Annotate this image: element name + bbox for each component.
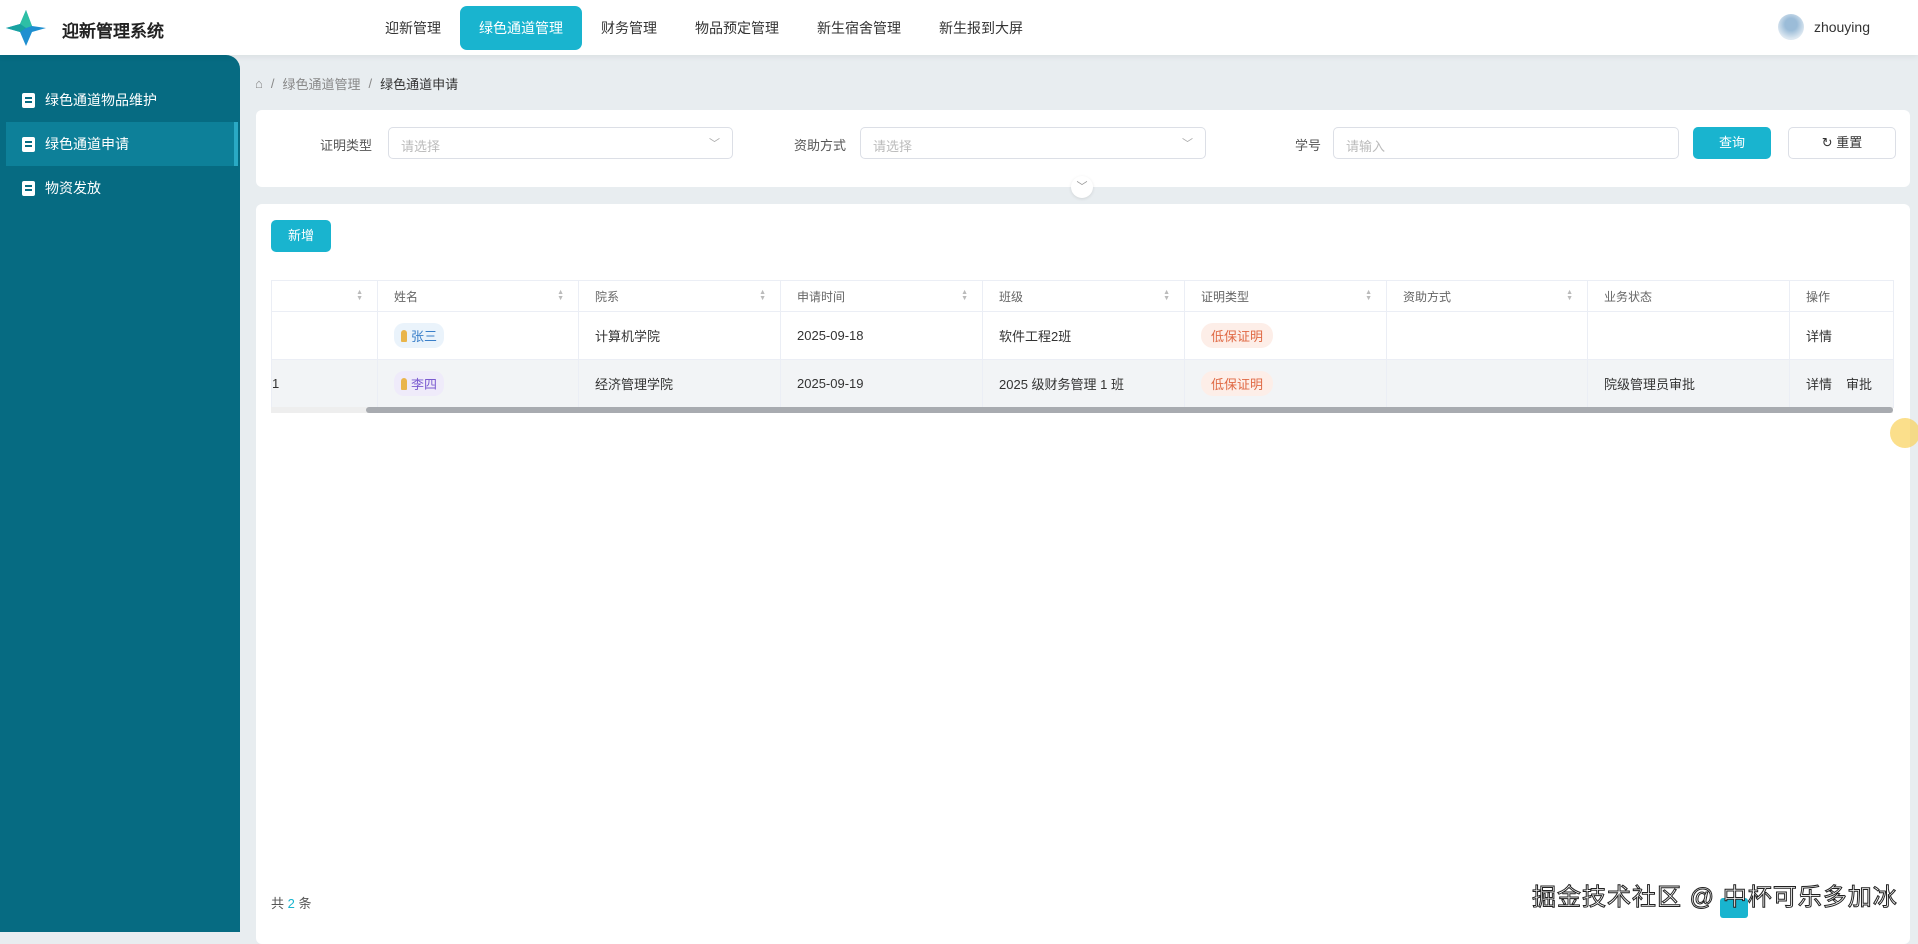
col-dept[interactable]: 院系 ▲ ▼ <box>578 280 781 312</box>
reset-label: 重置 <box>1836 135 1863 150</box>
col-status: 业务状态 <box>1587 280 1790 312</box>
cell-name: 李四 <box>377 359 579 408</box>
document-icon <box>22 92 35 108</box>
cert-badge: 低保证明 <box>1201 323 1274 348</box>
sidebar: 绿色通道物品维护 绿色通道申请 物资发放 <box>0 55 240 932</box>
document-icon <box>22 180 35 196</box>
breadcrumb-sep: / <box>270 76 275 91</box>
watermark: 掘金技术社区 @ 中杯可乐多加冰 <box>1532 884 1898 912</box>
avatar <box>1777 14 1804 40</box>
username: zhouying <box>1813 19 1870 35</box>
col-name[interactable]: 姓名 ▲ ▼ <box>377 280 579 312</box>
name-tag: 张三 <box>394 323 445 348</box>
nav-dormitory[interactable]: 新生宿舍管理 <box>798 6 920 50</box>
placeholder: 请输入 <box>1346 139 1386 154</box>
sort-icon: ▲ ▼ <box>961 289 968 302</box>
nav-item-booking[interactable]: 物品预定管理 <box>676 6 798 50</box>
cell-id: 1 <box>271 359 378 408</box>
breadcrumb-item[interactable]: 绿色通道管理 <box>282 74 360 93</box>
sidebar-item-label: 绿色通道申请 <box>45 136 129 152</box>
sidebar-item-apply[interactable]: 绿色通道申请 <box>6 122 238 166</box>
pagination-total: 共 2 条 <box>271 896 312 911</box>
cell-cert: 低保证明 <box>1184 359 1387 408</box>
aid-method-select[interactable]: 请选择 ﹀ <box>860 127 1206 159</box>
table-row: 张三 计算机学院 2025-09-18 软件工程2班 低保证明 详情 <box>271 311 1894 360</box>
aid-method-label: 资助方式 <box>794 138 847 153</box>
cell-aid <box>1386 359 1588 408</box>
query-button[interactable]: 查询 <box>1693 127 1771 159</box>
nav-dashboard[interactable]: 新生报到大屏 <box>920 6 1042 50</box>
table-row: 1 李四 经济管理学院 2025-09-19 2025 级财务管理 1 班 低保… <box>271 359 1894 408</box>
cell-ops: 详情 审批 <box>1789 359 1894 408</box>
nav-green-channel[interactable]: 绿色通道管理 <box>460 6 582 50</box>
name-tag: 李四 <box>394 371 445 396</box>
sort-icon: ▲ ▼ <box>1365 289 1372 302</box>
cell-id <box>271 311 378 360</box>
sidebar-item-label: 物资发放 <box>45 180 101 196</box>
cell-date: 2025-09-18 <box>780 311 983 360</box>
sort-icon: ▲ ▼ <box>759 289 766 302</box>
top-header: 迎新管理系统 迎新管理 绿色通道管理 财务管理 物品预定管理 新生宿舍管理 新生… <box>0 0 1918 55</box>
home-icon[interactable]: ⌂ <box>255 76 263 91</box>
breadcrumb-sep: / <box>368 76 373 91</box>
cert-type-select[interactable]: 请选择 ﹀ <box>388 127 733 159</box>
cell-status: 院级管理员审批 <box>1587 359 1790 408</box>
cell-dept: 计算机学院 <box>578 311 781 360</box>
table-header: ▲ ▼ 姓名 ▲ ▼ 院系 ▲ ▼ 申请时间 ▲ ▼ 班级 ▲ ▼ 证明类型 ▲ ▼ 资助方式 ▲ ▼ 业… <box>271 280 1894 312</box>
detail-link[interactable]: 详情 <box>1806 329 1832 344</box>
col-aid[interactable]: 资助方式 ▲ ▼ <box>1386 280 1588 312</box>
refresh-icon: ↻ <box>1821 135 1837 150</box>
nav-welcome[interactable]: 迎新管理 <box>366 6 460 50</box>
cert-badge: 低保证明 <box>1201 371 1274 396</box>
cell-class: 软件工程2班 <box>982 311 1185 360</box>
col-date[interactable]: 申请时间 ▲ ▼ <box>780 280 983 312</box>
cell-class: 2025 级财务管理 1 班 <box>982 359 1185 408</box>
cell-name: 张三 <box>377 311 579 360</box>
app-title: 迎新管理系统 <box>62 22 164 41</box>
scrollbar-thumb[interactable] <box>366 407 1893 413</box>
placeholder: 请选择 <box>401 139 441 154</box>
col-ops: 操作 <box>1789 280 1894 312</box>
breadcrumb-current: 绿色通道申请 <box>380 77 459 92</box>
horizontal-scrollbar[interactable] <box>271 407 1893 413</box>
cell-aid <box>1386 311 1588 360</box>
reset-button[interactable]: ↻ 重置 <box>1788 127 1896 159</box>
approve-link[interactable]: 审批 <box>1846 377 1872 392</box>
top-nav: 迎新管理 绿色通道管理 财务管理 物品预定管理 新生宿舍管理 新生报到大屏 <box>366 6 1042 50</box>
sidebar-item-distribution[interactable]: 物资发放 <box>6 166 238 210</box>
sort-icon: ▲ ▼ <box>356 289 363 302</box>
collapse-chevron-icon[interactable]: ﹀ <box>1071 176 1093 198</box>
user-menu[interactable]: zhouying <box>1777 14 1870 40</box>
cell-ops: 详情 <box>1789 311 1894 360</box>
col-class[interactable]: 班级 ▲ ▼ <box>982 280 1185 312</box>
cert-type-label: 证明类型 <box>320 138 373 153</box>
sort-icon: ▲ ▼ <box>1566 289 1573 302</box>
person-icon <box>401 377 407 390</box>
app-logo <box>6 10 46 46</box>
mouse-cursor-highlight <box>1890 418 1918 448</box>
cell-dept: 经济管理学院 <box>578 359 781 408</box>
student-no-label: 学号 <box>1295 138 1322 153</box>
cell-status <box>1587 311 1790 360</box>
chevron-down-icon: ﹀ <box>1182 138 1193 150</box>
breadcrumb: ⌂ / 绿色通道管理 / 绿色通道申请 <box>255 74 458 93</box>
sort-icon: ▲ ▼ <box>557 289 564 302</box>
placeholder: 请选择 <box>873 139 913 154</box>
person-icon <box>401 329 407 342</box>
nav-finance[interactable]: 财务管理 <box>582 6 676 50</box>
cell-date: 2025-09-19 <box>780 359 983 408</box>
sidebar-item-goods[interactable]: 绿色通道物品维护 <box>6 78 238 122</box>
add-button[interactable]: 新增 <box>271 220 331 252</box>
col-id[interactable]: ▲ ▼ <box>271 280 378 312</box>
col-cert[interactable]: 证明类型 ▲ ▼ <box>1184 280 1387 312</box>
student-no-input[interactable]: 请输入 <box>1333 127 1679 159</box>
sidebar-item-label: 绿色通道物品维护 <box>45 92 157 108</box>
document-icon <box>22 136 35 152</box>
detail-link[interactable]: 详情 <box>1806 377 1832 392</box>
chevron-down-icon: ﹀ <box>709 138 720 150</box>
cell-cert: 低保证明 <box>1184 311 1387 360</box>
application-table: ▲ ▼ 姓名 ▲ ▼ 院系 ▲ ▼ 申请时间 ▲ ▼ 班级 ▲ ▼ 证明类型 ▲ ▼ 资助方式 ▲ ▼ 业… <box>271 280 1894 408</box>
sort-icon: ▲ ▼ <box>1163 289 1170 302</box>
